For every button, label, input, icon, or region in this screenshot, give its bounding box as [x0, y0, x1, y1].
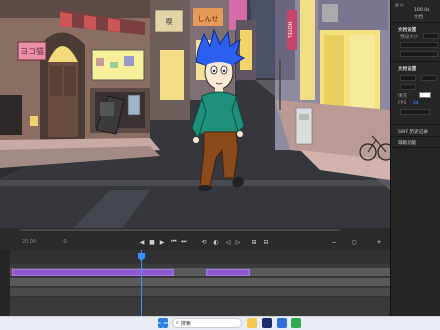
shop-sign-mid: 喫: [166, 17, 173, 26]
size-field-2[interactable]: [400, 51, 438, 57]
size-field[interactable]: [400, 42, 438, 48]
edit-multiple-icon[interactable]: ⊟: [262, 238, 270, 246]
section-swf-history[interactable]: SWF 历史记录: [398, 129, 428, 135]
section-doc-settings-2[interactable]: 文档设置: [398, 66, 416, 72]
layer-track[interactable]: [10, 278, 390, 287]
street-scene-artwork: ヨコ猫 喫 しんせ HOTEL: [0, 0, 390, 232]
hotel-sign: HOTEL: [286, 22, 292, 39]
layer-track[interactable]: [10, 288, 390, 297]
time-display: 20.00: [21, 239, 37, 245]
panel-divider: [391, 136, 440, 137]
panel-tab-bar: ▦ ▤: [395, 2, 404, 7]
prev-keyframe-icon[interactable]: ◁: [224, 238, 232, 246]
zoom-slider-knob[interactable]: ○: [350, 238, 358, 246]
file-explorer-icon[interactable]: [247, 318, 257, 328]
play-button[interactable]: ▶: [158, 238, 166, 246]
timeline-controls: 20.00 0 ◀ ■ ▶ ⏮ ⏭ ⟲ ◐ ◁ ▷ ⊞ ⊟ − ○ +: [0, 236, 390, 249]
stage-canvas[interactable]: ヨコ猫 喫 しんせ HOTEL: [0, 0, 390, 232]
animate-app: ヨコ猫 喫 しんせ HOTEL ▦ ▤ 100.0s 文档 文档设置 预设大小 …: [0, 0, 440, 330]
edge-browser-icon[interactable]: [277, 318, 287, 328]
onion-skin-icon[interactable]: ◐: [212, 238, 220, 246]
panel-doc-label: 文档: [414, 15, 424, 20]
app-icon-green[interactable]: [291, 318, 301, 328]
step-forward-icon[interactable]: ⏭: [180, 238, 188, 246]
zoom-out-icon[interactable]: −: [330, 238, 338, 246]
section-accessibility[interactable]: 辅助功能: [398, 140, 416, 146]
panel-divider: [391, 22, 440, 23]
snap-icon[interactable]: ⊞: [250, 238, 258, 246]
stop-button[interactable]: ■: [148, 238, 156, 246]
fps-label: FPS: [398, 101, 407, 106]
advanced-settings-button[interactable]: [400, 109, 430, 115]
stage-width-field[interactable]: [400, 75, 416, 81]
search-placeholder: 搜索: [180, 320, 191, 327]
timeline-tracks[interactable]: [10, 264, 390, 316]
panel-divider: [391, 124, 440, 125]
search-icon: ⌕: [176, 320, 179, 326]
frame-display: 0: [63, 239, 67, 245]
fps-value[interactable]: 24: [413, 101, 419, 106]
tween-span[interactable]: [12, 269, 174, 276]
timeline-ruler[interactable]: [10, 250, 390, 264]
panel-time-label: 100.0s: [414, 8, 430, 13]
preset-label: 预设大小: [400, 35, 419, 40]
panel-divider: [391, 147, 440, 148]
fill-color-swatch[interactable]: [419, 92, 431, 98]
stage-height-field[interactable]: [421, 75, 437, 81]
shop-sign-right-a: しんせ: [198, 15, 219, 23]
next-keyframe-icon[interactable]: ▷: [234, 238, 242, 246]
taskbar-search[interactable]: ⌕ 搜索: [172, 318, 242, 328]
fill-label: 填充: [398, 94, 408, 99]
step-back-icon[interactable]: ⏮: [170, 238, 178, 246]
layer-list[interactable]: [0, 250, 10, 316]
properties-panel: ▦ ▤ 100.0s 文档 文档设置 预设大小 文档设置 填充 FPS 24 S…: [390, 0, 440, 316]
layer-track[interactable]: [10, 268, 390, 277]
loop-icon[interactable]: ⟲: [200, 238, 208, 246]
section-doc-settings[interactable]: 文档设置: [398, 27, 416, 33]
panel-divider: [391, 61, 440, 62]
stage-scrollbar[interactable]: [20, 229, 340, 231]
animate-app-icon[interactable]: [262, 318, 272, 328]
scale-field[interactable]: [400, 84, 416, 90]
play-back-button[interactable]: ◀: [138, 238, 146, 246]
tween-span[interactable]: [206, 269, 250, 276]
preset-select[interactable]: [423, 33, 439, 39]
zoom-in-icon[interactable]: +: [375, 238, 383, 246]
shop-sign-left: ヨコ猫: [20, 46, 44, 56]
